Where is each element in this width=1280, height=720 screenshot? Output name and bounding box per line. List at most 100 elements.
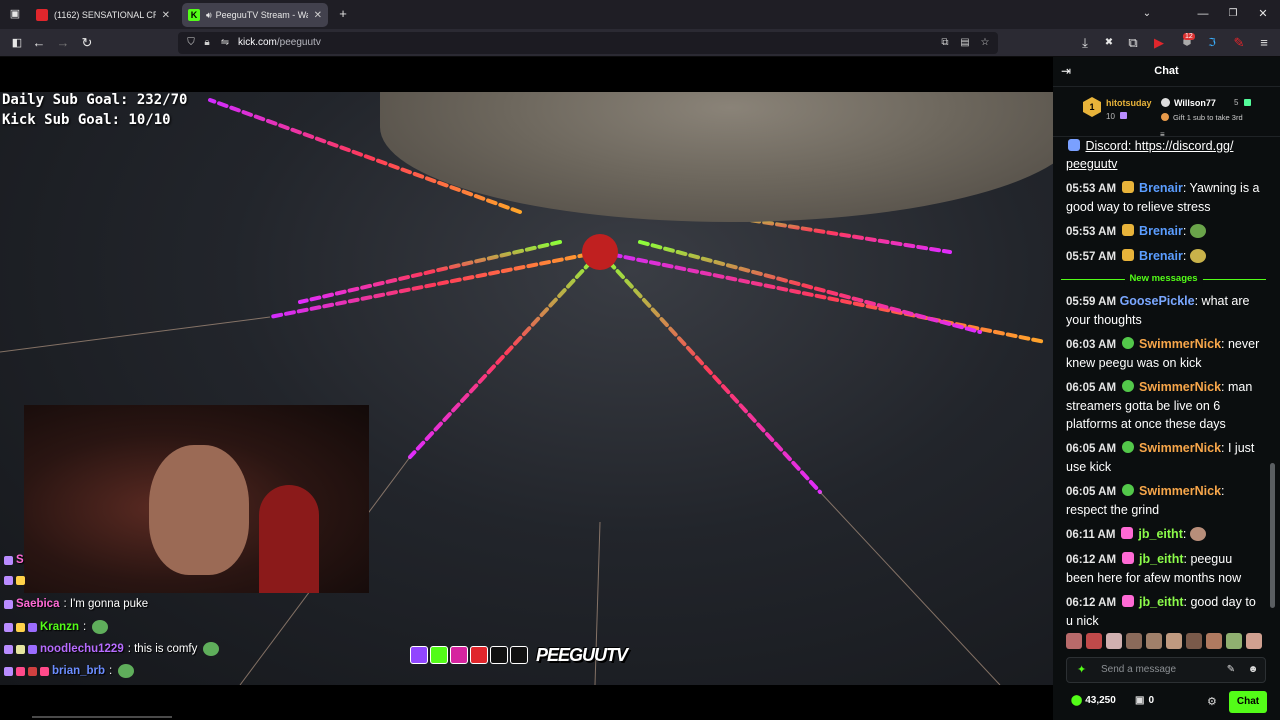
emote-icon[interactable]: [1166, 633, 1182, 649]
close-window-icon[interactable]: ✕: [1254, 5, 1272, 23]
streamer-face: [149, 445, 249, 575]
emoji-icon[interactable]: ☻: [1247, 664, 1259, 676]
send-chat-button[interactable]: Chat: [1229, 691, 1267, 713]
pen-extension-icon[interactable]: ✎: [1230, 34, 1248, 52]
message-username[interactable]: Brenair: [1139, 249, 1183, 263]
message-text[interactable]: Discord: https://discord.gg/ peeguutv: [1066, 139, 1233, 171]
emote-icon[interactable]: [1186, 633, 1202, 649]
message-time: 06:05 AM: [1066, 486, 1117, 498]
message-time: 05:57 AM: [1066, 251, 1117, 263]
translate-extension-icon[interactable]: ℑ: [1203, 34, 1221, 52]
lock-icon[interactable]: 🔒︎: [200, 32, 214, 54]
overlay-message: : this is comfy: [127, 643, 198, 655]
list-tabs-icon[interactable]: ⌄: [1138, 5, 1156, 23]
new-messages-divider: New messages: [1061, 272, 1266, 286]
gift-box-icon: ▣: [1135, 695, 1145, 706]
message-username[interactable]: SwimmerNick: [1139, 380, 1221, 394]
downloads-icon[interactable]: ⤓: [1076, 34, 1094, 52]
tracking-shield-icon[interactable]: ⛉: [184, 32, 198, 54]
chat-badge-icon: [16, 622, 25, 632]
sub-count-value: 0: [1148, 695, 1155, 706]
translate-icon[interactable]: ✎: [1225, 664, 1237, 676]
message-time: 06:12 AM: [1066, 554, 1117, 566]
chat-badge-icon: [28, 666, 37, 676]
close-tab-icon[interactable]: ✕: [162, 10, 170, 21]
restore-icon[interactable]: ❐: [1224, 5, 1242, 23]
chat-message: 06:12 AM jb_eitht: peeguu been here for …: [1066, 550, 1261, 587]
message-username[interactable]: SwimmerNick: [1139, 337, 1221, 351]
channel-points[interactable]: ⬤ 43,250: [1071, 695, 1116, 706]
bookmark-star-icon[interactable]: ☆: [978, 32, 992, 54]
sub-badge-icon: [1120, 527, 1133, 539]
emote-icon[interactable]: [1106, 633, 1122, 649]
video-frame[interactable]: [0, 92, 1053, 685]
address-bar[interactable]: ⛉ 🔒︎ ⇋ kick.com/peeguutv ⧉ ▤ ☆: [178, 32, 998, 54]
x-extension-icon[interactable]: ✖: [1100, 34, 1118, 52]
emote-icon[interactable]: [1066, 633, 1082, 649]
leader-second-name[interactable]: Willson77: [1174, 98, 1216, 108]
tab-kick[interactable]: K 🔊︎ PeeguuTV Stream - Watch Live ✕: [182, 3, 328, 27]
chat-message: 06:05 AM SwimmerNick: man streamers gott…: [1066, 378, 1261, 433]
pepe-emote-icon: [118, 664, 135, 678]
tab-overview-icon[interactable]: ▣: [6, 5, 24, 23]
message-text: :: [1182, 249, 1187, 263]
chat-settings-icon[interactable]: ⚙: [1207, 695, 1217, 708]
url-path: /peeguutv: [276, 37, 321, 48]
sparkle-icon[interactable]: ✦: [1077, 664, 1089, 676]
sub-count[interactable]: ▣ 0: [1135, 695, 1154, 706]
youtube-extension-icon[interactable]: ▶: [1150, 34, 1168, 52]
gift-leaderboard: 1 hitotsuday 10 Willson77 5 Gift 1 sub t…: [1053, 87, 1280, 139]
chat-scrollbar[interactable]: [1270, 145, 1275, 615]
reader-view-icon[interactable]: ▤: [958, 32, 972, 54]
sub-badge-icon: [1121, 552, 1134, 564]
minimize-icon[interactable]: —: [1194, 5, 1212, 23]
sub-badge-icon: [1121, 249, 1134, 261]
menu-icon[interactable]: ≡: [1255, 34, 1273, 52]
close-tab-icon[interactable]: ✕: [314, 10, 322, 21]
emote-icon[interactable]: [1206, 633, 1222, 649]
message-username[interactable]: SwimmerNick: [1139, 441, 1221, 455]
sub-badge-icon: [1121, 224, 1134, 236]
emote-icon[interactable]: [1226, 633, 1242, 649]
chat-input[interactable]: ✦ Send a message ✎ ☻: [1066, 657, 1266, 683]
instagram-icon: [450, 646, 468, 664]
reload-icon[interactable]: ↻: [78, 34, 96, 52]
picture-in-picture-icon[interactable]: ⧉: [938, 32, 952, 54]
gift-icon: [1120, 112, 1127, 119]
back-icon[interactable]: ←: [30, 34, 48, 52]
message-username[interactable]: jb_eitht: [1139, 595, 1183, 609]
permissions-icon[interactable]: ⇋: [218, 32, 232, 54]
message-username[interactable]: jb_eitht: [1138, 527, 1182, 541]
chat-message: 06:05 AM SwimmerNick: I just use kick: [1066, 439, 1261, 476]
chat-scroll-thumb[interactable]: [1270, 463, 1275, 608]
emote-icon[interactable]: [1246, 633, 1262, 649]
message-username[interactable]: SwimmerNick: [1139, 484, 1221, 498]
video-player[interactable]: Daily Sub Goal: 232/70 Kick Sub Goal: 10…: [0, 57, 1053, 720]
overlay-username: noodlechu1229: [40, 643, 124, 655]
message-username[interactable]: GoosePickle: [1120, 294, 1195, 308]
audio-playing-icon[interactable]: 🔊︎: [206, 10, 212, 21]
message-username[interactable]: jb_eitht: [1139, 552, 1183, 566]
verified-badge-icon: [1121, 441, 1134, 453]
emote-icon[interactable]: [1146, 633, 1162, 649]
overlay-chat-line: noodlechu1229 : this is comfy: [4, 642, 220, 656]
webcam-overlay: [24, 405, 369, 593]
message-username[interactable]: Brenair: [1139, 181, 1183, 195]
emote-icon[interactable]: [1086, 633, 1102, 649]
chat-badge-icon: [4, 666, 13, 676]
emote-icon[interactable]: [1126, 633, 1142, 649]
leader-first-name[interactable]: hitotsuday: [1106, 98, 1152, 108]
chat-message: 06:03 AM SwimmerNick: never knew peegu w…: [1066, 335, 1261, 372]
new-tab-button[interactable]: +: [334, 5, 352, 23]
sidebar-icon[interactable]: ◧: [8, 34, 26, 52]
forward-icon[interactable]: →: [54, 34, 72, 52]
tiktok-icon: [490, 646, 508, 664]
browser-tab-bar: ▣ (1162) SENSATIONAL CRIMINAL ✕ K 🔊︎ Pee…: [0, 0, 1280, 29]
tab-youtube[interactable]: (1162) SENSATIONAL CRIMINAL ✕: [30, 3, 176, 27]
extensions-icon[interactable]: ⧉: [1124, 34, 1142, 52]
message-username[interactable]: Brenair: [1139, 224, 1183, 238]
scroll-thumb[interactable]: [32, 716, 172, 718]
chat-title: Chat: [1154, 65, 1179, 77]
browser-navbar: ◧ ← → ↻ ⛉ 🔒︎ ⇋ kick.com/peeguutv ⧉ ▤ ☆ ⤓…: [0, 29, 1280, 57]
rank-badge-icon: 1: [1083, 97, 1101, 117]
